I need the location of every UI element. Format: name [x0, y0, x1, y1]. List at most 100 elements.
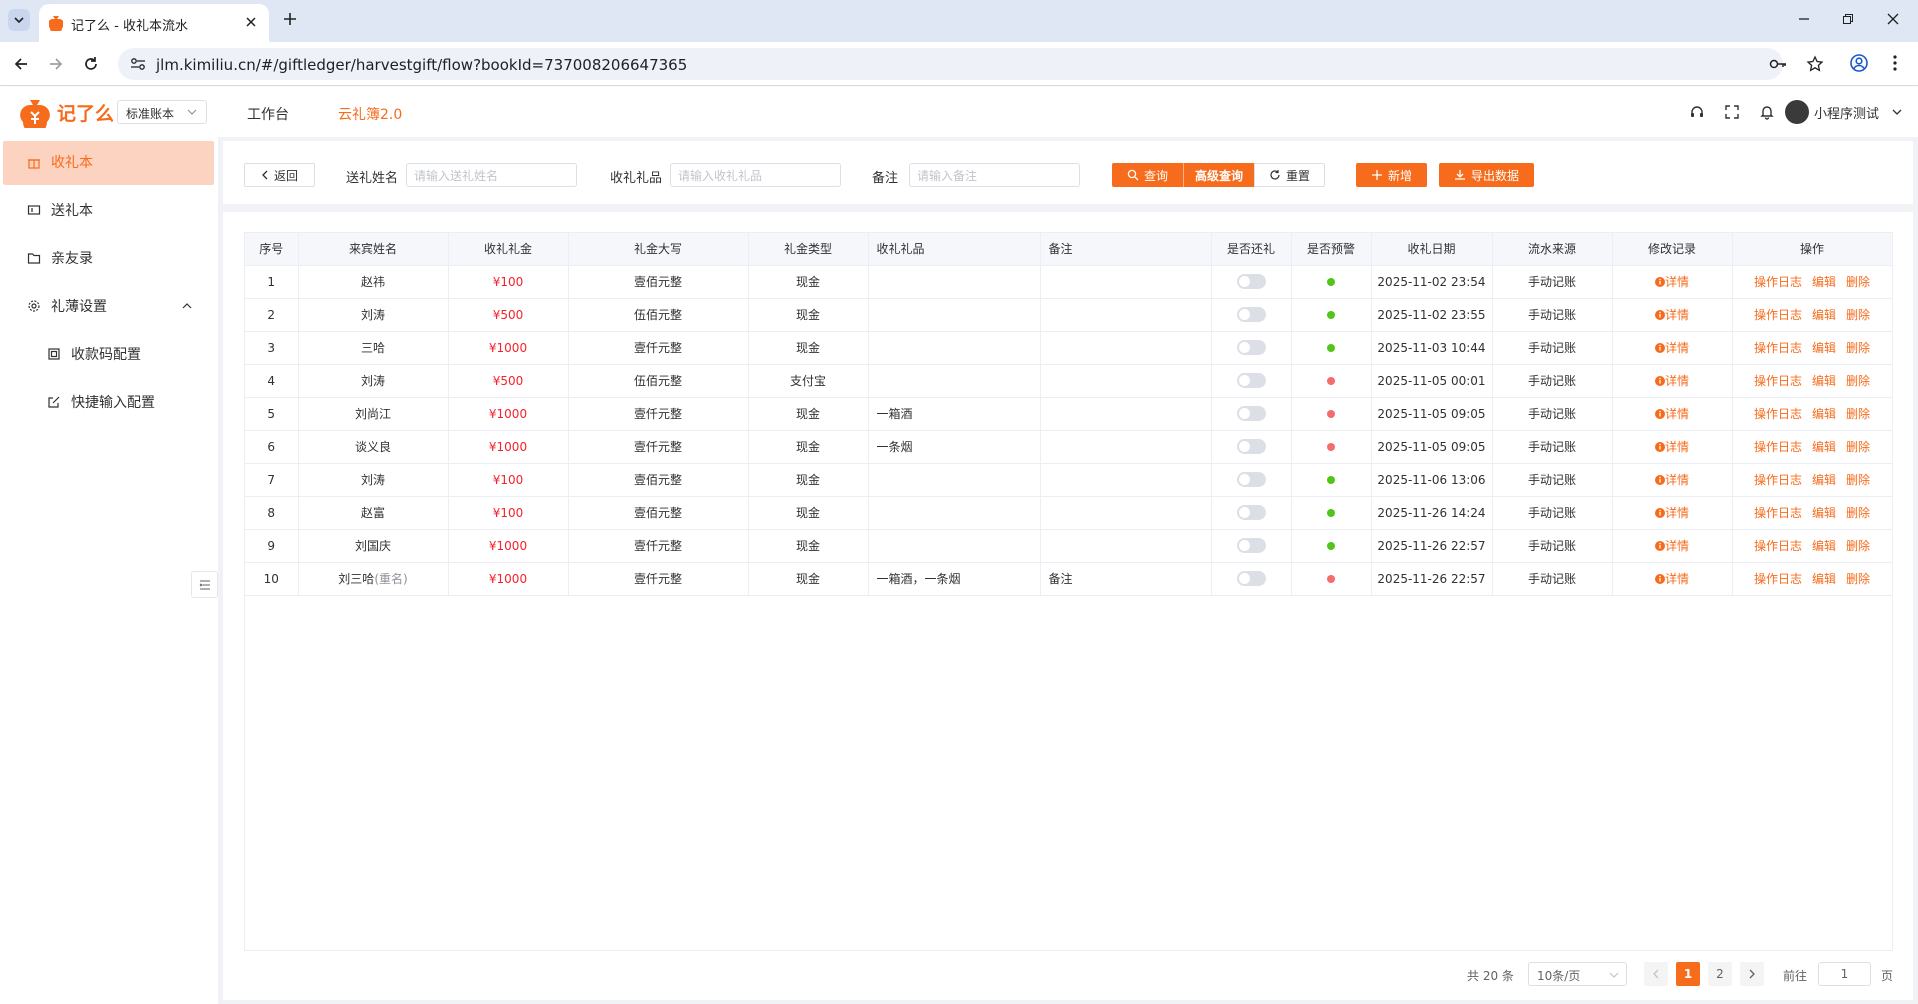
detail-link[interactable]: 详情	[1654, 374, 1689, 388]
edit-link[interactable]: 编辑	[1812, 572, 1836, 586]
bookmark-star-icon[interactable]	[1806, 55, 1824, 73]
delete-link[interactable]: 删除	[1846, 407, 1870, 421]
url-input[interactable]: jlm.kimiliu.cn/#/giftledger/harvestgift/…	[118, 48, 1824, 80]
operation-log-link[interactable]: 操作日志	[1754, 275, 1802, 289]
returned-toggle[interactable]	[1236, 340, 1266, 355]
collapse-sidebar-button[interactable]	[191, 571, 218, 598]
query-button[interactable]: 查询	[1112, 163, 1183, 187]
nav-workbench[interactable]: 工作台	[247, 104, 289, 124]
returned-toggle[interactable]	[1236, 439, 1266, 454]
detail-link[interactable]: 详情	[1654, 440, 1689, 454]
gift-input[interactable]: 请输入收礼礼品	[670, 163, 841, 187]
edit-link[interactable]: 编辑	[1812, 341, 1836, 355]
operation-log-link[interactable]: 操作日志	[1754, 506, 1802, 520]
detail-link[interactable]: 详情	[1654, 407, 1689, 421]
remark-input[interactable]: 请输入备注	[909, 163, 1080, 187]
minimize-icon[interactable]	[1797, 12, 1811, 26]
more-menu-icon[interactable]	[1892, 54, 1898, 72]
browser-tab[interactable]: 记了么 - 收礼本流水	[39, 4, 269, 42]
sender-input[interactable]: 请输入送礼姓名	[406, 163, 577, 187]
tab-list-button[interactable]	[8, 9, 30, 31]
bell-icon[interactable]	[1759, 104, 1775, 120]
operation-log-link[interactable]: 操作日志	[1754, 539, 1802, 553]
add-button[interactable]: 新增	[1356, 163, 1427, 187]
returned-toggle[interactable]	[1236, 307, 1266, 322]
page-2-button[interactable]: 2	[1708, 962, 1732, 986]
detail-link[interactable]: 详情	[1654, 308, 1689, 322]
next-page-button[interactable]	[1740, 962, 1764, 986]
nav-cloud-book[interactable]: 云礼簿2.0	[338, 104, 402, 124]
detail-link[interactable]: 详情	[1654, 341, 1689, 355]
edit-link[interactable]: 编辑	[1812, 275, 1836, 289]
profile-icon[interactable]	[1849, 53, 1869, 73]
advanced-query-button[interactable]: 高级查询	[1183, 163, 1254, 187]
edit-link[interactable]: 编辑	[1812, 374, 1836, 388]
table-row: 8 赵富 ¥100 壹佰元整 现金 2025-11-26 14:24 手动记账 详情 操作日志编…	[245, 496, 1893, 530]
edit-link[interactable]: 编辑	[1812, 473, 1836, 487]
delete-link[interactable]: 删除	[1846, 473, 1870, 487]
detail-link[interactable]: 详情	[1654, 572, 1689, 586]
detail-link[interactable]: 详情	[1654, 275, 1689, 289]
chevron-down-icon[interactable]	[1892, 109, 1902, 115]
returned-toggle[interactable]	[1236, 274, 1266, 289]
operation-log-link[interactable]: 操作日志	[1754, 473, 1802, 487]
returned-toggle[interactable]	[1236, 571, 1266, 586]
delete-link[interactable]: 删除	[1846, 275, 1870, 289]
delete-link[interactable]: 删除	[1846, 539, 1870, 553]
sidebar-item-shortcut-config[interactable]: 快捷输入配置	[0, 378, 218, 426]
delete-link[interactable]: 删除	[1846, 341, 1870, 355]
operation-log-link[interactable]: 操作日志	[1754, 341, 1802, 355]
reload-icon[interactable]	[82, 55, 100, 73]
sidebar-item-send-book[interactable]: 送礼本	[0, 186, 218, 234]
delete-link[interactable]: 删除	[1846, 572, 1870, 586]
sidebar-item-book-settings[interactable]: 礼薄设置	[0, 282, 218, 330]
restore-icon[interactable]	[1841, 12, 1855, 26]
avatar[interactable]	[1785, 100, 1809, 124]
edit-link[interactable]: 编辑	[1812, 539, 1836, 553]
operation-log-link[interactable]: 操作日志	[1754, 440, 1802, 454]
site-info-icon[interactable]	[130, 57, 146, 71]
delete-link[interactable]: 删除	[1846, 374, 1870, 388]
folder-icon	[27, 251, 41, 265]
sidebar-item-qrcode-config[interactable]: 收款码配置	[0, 330, 218, 378]
reset-button[interactable]: 重置	[1254, 163, 1325, 187]
operation-log-link[interactable]: 操作日志	[1754, 374, 1802, 388]
returned-toggle[interactable]	[1236, 538, 1266, 553]
forward-arrow-icon[interactable]	[47, 55, 65, 73]
delete-link[interactable]: 删除	[1846, 506, 1870, 520]
user-name[interactable]: 小程序测试	[1814, 103, 1879, 122]
delete-link[interactable]: 删除	[1846, 308, 1870, 322]
back-arrow-icon[interactable]	[12, 55, 30, 73]
password-key-icon[interactable]	[1769, 56, 1787, 72]
returned-toggle[interactable]	[1236, 505, 1266, 520]
edit-link[interactable]: 编辑	[1812, 308, 1836, 322]
new-tab-button[interactable]	[282, 11, 298, 27]
operation-log-link[interactable]: 操作日志	[1754, 308, 1802, 322]
edit-link[interactable]: 编辑	[1812, 440, 1836, 454]
page-1-button[interactable]: 1	[1676, 962, 1700, 986]
edit-link[interactable]: 编辑	[1812, 506, 1836, 520]
book-type-select[interactable]: 标准账本	[117, 100, 207, 124]
goto-page-input[interactable]: 1	[1818, 962, 1871, 986]
operation-log-link[interactable]: 操作日志	[1754, 407, 1802, 421]
returned-toggle[interactable]	[1236, 472, 1266, 487]
detail-link[interactable]: 详情	[1654, 539, 1689, 553]
detail-link[interactable]: 详情	[1654, 473, 1689, 487]
fullscreen-icon[interactable]	[1724, 104, 1740, 120]
prev-page-button[interactable]	[1644, 962, 1668, 986]
export-button[interactable]: 导出数据	[1439, 163, 1534, 187]
window-close-icon[interactable]	[1886, 12, 1900, 26]
headset-icon[interactable]	[1689, 104, 1705, 120]
returned-toggle[interactable]	[1236, 373, 1266, 388]
add-label: 新增	[1387, 168, 1412, 183]
delete-link[interactable]: 删除	[1846, 440, 1870, 454]
close-icon[interactable]	[245, 16, 257, 28]
page-size-select[interactable]: 10条/页	[1528, 962, 1627, 986]
sidebar-item-harvest-book[interactable]: 收礼本	[0, 138, 218, 186]
detail-link[interactable]: 详情	[1654, 506, 1689, 520]
edit-link[interactable]: 编辑	[1812, 407, 1836, 421]
operation-log-link[interactable]: 操作日志	[1754, 572, 1802, 586]
sidebar-item-contacts[interactable]: 亲友录	[0, 234, 218, 282]
returned-toggle[interactable]	[1236, 406, 1266, 421]
back-button[interactable]: 返回	[244, 163, 315, 187]
